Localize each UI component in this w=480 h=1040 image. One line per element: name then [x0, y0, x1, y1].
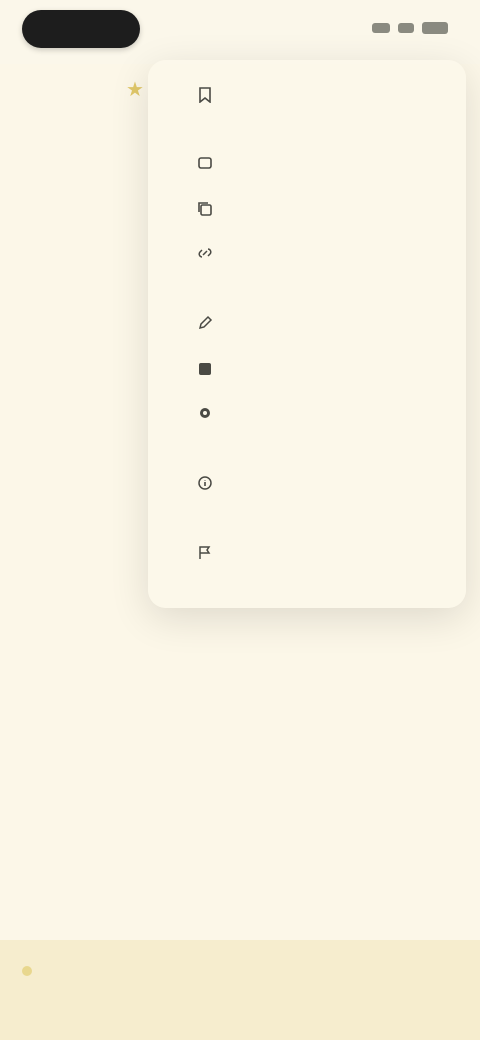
menu-item-share[interactable] [180, 146, 440, 180]
status-bar [0, 0, 480, 64]
menu-item-copy[interactable] [180, 192, 440, 226]
menu-item-link[interactable] [180, 236, 440, 270]
screen: ★ [0, 0, 480, 1040]
edit-icon [196, 314, 214, 332]
menu-item-bookmark[interactable] [180, 78, 440, 112]
link-icon [196, 244, 214, 262]
bottom-indicator-dot [22, 966, 32, 976]
signal-icon [372, 23, 390, 33]
wifi-icon [398, 23, 414, 33]
settings-icon [196, 404, 214, 422]
info-icon [196, 474, 214, 492]
menu-item-info[interactable] [180, 466, 440, 500]
menu-item-edit[interactable] [180, 306, 440, 340]
menu-item-settings[interactable] [180, 396, 440, 430]
menu-item-report[interactable] [180, 536, 440, 570]
share-icon [196, 154, 214, 172]
menu-item-text[interactable] [180, 352, 440, 386]
battery-icon [422, 22, 448, 34]
status-icons [372, 22, 448, 34]
bookmark-icon [196, 86, 214, 104]
bottom-bar [0, 940, 480, 1040]
star-icon[interactable]: ★ [126, 80, 146, 100]
text-icon [196, 360, 214, 378]
report-icon [196, 544, 214, 562]
status-time-pill [22, 10, 140, 48]
popover-menu [180, 70, 450, 590]
copy-icon [196, 200, 214, 218]
